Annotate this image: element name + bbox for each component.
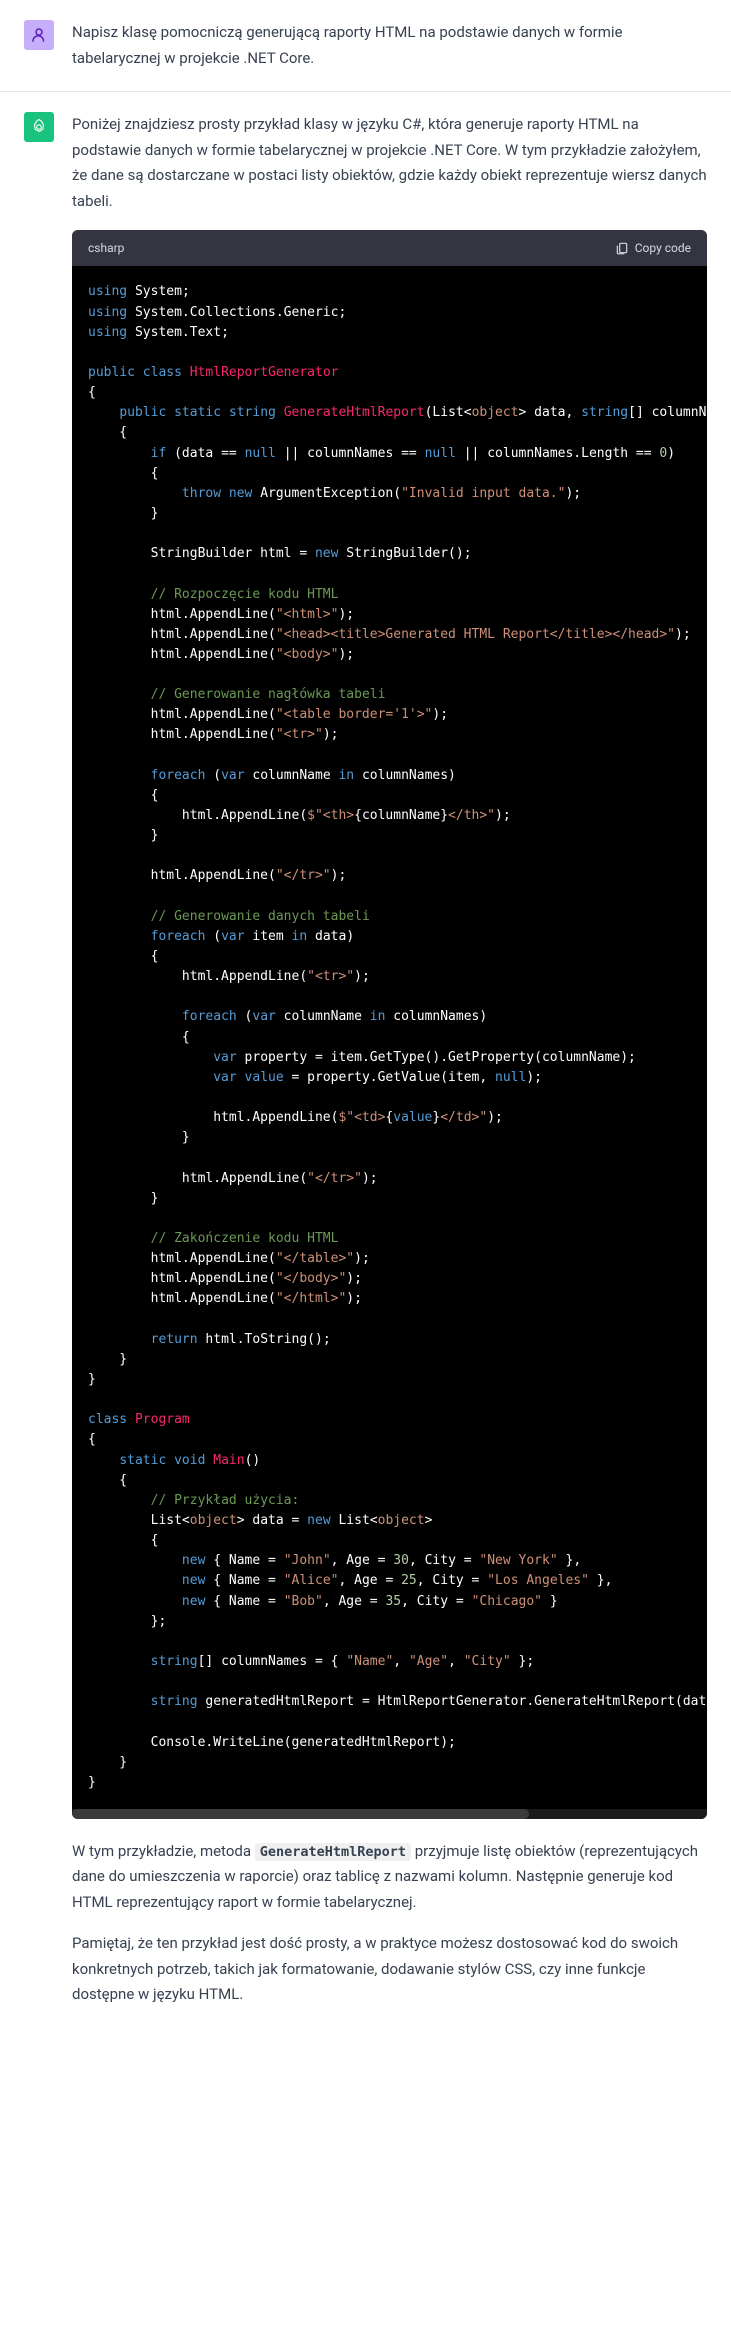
code-content[interactable]: using System; using System.Collections.G…: [72, 266, 707, 1809]
assistant-avatar: [24, 112, 54, 142]
user-content: Napisz klasę pomocniczą generującą rapor…: [72, 20, 707, 71]
code-block: csharp Copy code using System; using Sys…: [72, 230, 707, 1819]
scrollbar-thumb[interactable]: [72, 1809, 529, 1819]
assistant-content: Poniżej znajdziesz prosty przykład klasy…: [72, 112, 707, 2008]
code-header: csharp Copy code: [72, 230, 707, 266]
code-language-label: csharp: [88, 238, 124, 258]
assistant-message: Poniżej znajdziesz prosty przykład klasy…: [0, 91, 731, 2028]
person-icon: [30, 26, 48, 44]
inline-code-method: GenerateHtmlReport: [255, 1843, 411, 1861]
user-text: Napisz klasę pomocniczą generującą rapor…: [72, 20, 707, 71]
clipboard-icon: [615, 241, 629, 255]
copy-code-label: Copy code: [635, 238, 691, 258]
user-avatar: [24, 20, 54, 50]
copy-code-button[interactable]: Copy code: [615, 238, 691, 258]
outro-1-pre: W tym przykładzie, metoda: [72, 1842, 255, 1860]
horizontal-scrollbar[interactable]: [72, 1809, 707, 1819]
openai-icon: [30, 118, 48, 136]
user-message: Napisz klasę pomocniczą generującą rapor…: [0, 0, 731, 91]
assistant-outro-2: Pamiętaj, że ten przykład jest dość pros…: [72, 1931, 707, 2008]
assistant-intro-text: Poniżej znajdziesz prosty przykład klasy…: [72, 112, 707, 214]
assistant-outro-1: W tym przykładzie, metoda GenerateHtmlRe…: [72, 1839, 707, 1916]
